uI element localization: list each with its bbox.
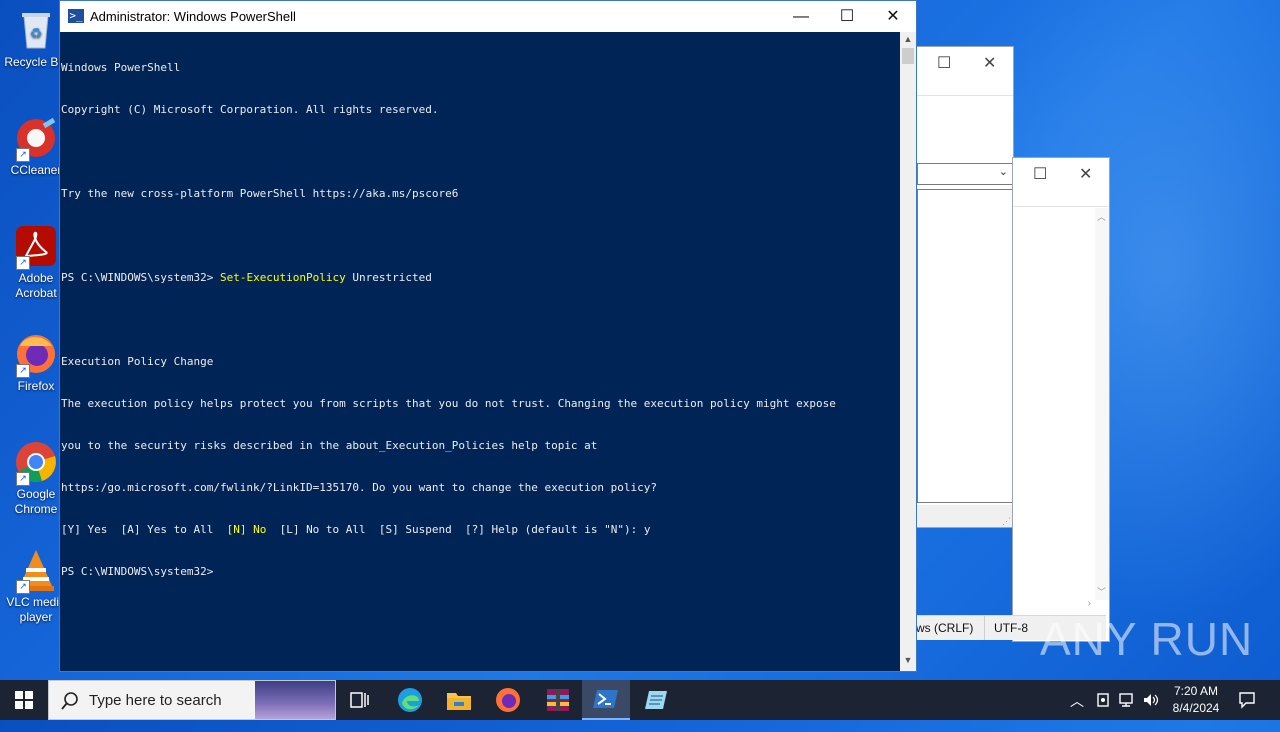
powershell-window[interactable]: >_ Administrator: Windows PowerShell — ☐… bbox=[59, 0, 917, 672]
shortcut-arrow-icon: ↗ bbox=[16, 148, 30, 162]
taskbar-powershell-active[interactable] bbox=[582, 680, 630, 720]
console-line: The execution policy helps protect you f… bbox=[61, 397, 836, 410]
task-view-icon bbox=[350, 692, 369, 708]
taskbar-edge[interactable] bbox=[386, 680, 434, 720]
volume-icon[interactable] bbox=[1142, 692, 1160, 732]
notifications-icon[interactable] bbox=[1238, 691, 1256, 731]
vertical-scrollbar[interactable]: ▲ ▼ bbox=[900, 32, 916, 671]
choice-rest: [L] No to All [S] Suspend [?] Help (defa… bbox=[266, 523, 651, 536]
console-prompt-line[interactable]: PS C:\WINDOWS\system32> bbox=[61, 565, 901, 579]
powershell-icon bbox=[593, 690, 618, 708]
prompt-text: PS C:\WINDOWS\system32> bbox=[61, 271, 220, 284]
background-window-1[interactable]: ☐ ✕ ⌄ ⋰ bbox=[916, 46, 1014, 528]
choice-yes: [Y] Yes [A] Yes to All bbox=[61, 523, 227, 536]
scroll-down-icon[interactable]: ﹀ bbox=[1097, 585, 1106, 598]
vlc-icon: ↗ bbox=[14, 548, 58, 594]
tray-security-icon[interactable] bbox=[1096, 692, 1110, 732]
window-title: Administrator: Windows PowerShell bbox=[90, 9, 296, 24]
desktop-icon-label: Adobe Acrobat bbox=[15, 271, 57, 300]
anyrun-watermark: ANY RUN bbox=[1040, 613, 1254, 665]
firefox-icon: ↗ bbox=[14, 332, 58, 378]
powershell-titlebar[interactable]: >_ Administrator: Windows PowerShell — ☐… bbox=[60, 1, 916, 32]
console-line: Execution Policy Change bbox=[61, 355, 214, 368]
console-choice-line: [Y] Yes [A] Yes to All [N] No [L] No to … bbox=[61, 523, 901, 537]
console-line: https:/go.microsoft.com/fwlink/?LinkID=1… bbox=[61, 481, 658, 494]
close-icon[interactable]: ✕ bbox=[1079, 164, 1092, 184]
maximize-icon[interactable]: ☐ bbox=[1033, 164, 1047, 184]
shortcut-arrow-icon: ↗ bbox=[16, 472, 30, 486]
dropdown-field[interactable]: ⌄ bbox=[917, 163, 1013, 185]
winrar-icon bbox=[547, 689, 569, 711]
console-line: Windows PowerShell bbox=[61, 61, 181, 74]
close-button[interactable]: ✕ bbox=[870, 1, 916, 32]
console-line: you to the security risks described in t… bbox=[61, 439, 598, 452]
show-hidden-icons-chevron[interactable]: ︿ bbox=[1070, 691, 1084, 731]
svg-text:♻: ♻ bbox=[30, 25, 43, 41]
recycle-bin-icon: ♻ bbox=[14, 8, 58, 52]
taskbar-winrar[interactable] bbox=[534, 680, 582, 720]
clock-date: 8/4/2024 bbox=[1172, 701, 1220, 715]
taskbar: Type here to search ︿ 7:20 AM 8/4/2024 bbox=[0, 680, 1280, 720]
shortcut-arrow-icon: ↗ bbox=[16, 256, 30, 270]
desktop-icon-label: CCleaner bbox=[10, 163, 62, 177]
scroll-up-icon[interactable]: ▲ bbox=[900, 34, 916, 48]
scroll-thumb[interactable] bbox=[902, 48, 914, 64]
edge-icon bbox=[398, 688, 422, 712]
minimize-button[interactable]: — bbox=[778, 1, 824, 32]
taskbar-notepad[interactable] bbox=[632, 680, 680, 720]
desktop-icon-label: Google Chrome bbox=[14, 487, 58, 516]
notepad-icon bbox=[645, 691, 667, 709]
scroll-down-icon[interactable]: ▼ bbox=[900, 655, 916, 669]
resize-grip-icon[interactable]: ⋰ bbox=[1002, 516, 1011, 527]
console-command-line: PS C:\WINDOWS\system32> Set-ExecutionPol… bbox=[61, 271, 901, 285]
taskbar-search-box[interactable]: Type here to search bbox=[48, 680, 336, 720]
command-name: Set-ExecutionPolicy bbox=[219, 271, 346, 284]
console-line: Copyright (C) Microsoft Corporation. All… bbox=[61, 103, 439, 116]
powershell-icon: >_ bbox=[68, 9, 84, 23]
background-window-titlebar bbox=[917, 47, 1013, 96]
task-view-button[interactable] bbox=[336, 680, 384, 720]
taskbar-file-explorer[interactable] bbox=[435, 680, 483, 720]
shortcut-arrow-icon: ↗ bbox=[16, 580, 30, 594]
search-icon bbox=[61, 692, 78, 710]
line-ending-status: ws (CRLF) bbox=[916, 621, 974, 635]
resize-bar: ⋰ bbox=[917, 505, 1013, 527]
scroll-up-icon[interactable]: ︿ bbox=[1097, 210, 1106, 223]
console-output[interactable]: Windows PowerShell Copyright (C) Microso… bbox=[60, 32, 901, 671]
search-placeholder: Type here to search bbox=[89, 692, 222, 709]
close-icon[interactable]: ✕ bbox=[983, 53, 996, 73]
maximize-icon[interactable]: ☐ bbox=[937, 53, 951, 73]
shortcut-arrow-icon: ↗ bbox=[16, 364, 30, 378]
acrobat-icon: ↗ bbox=[14, 224, 58, 270]
desktop-icon-label: Firefox bbox=[17, 379, 55, 393]
encoding-status: UTF-8 bbox=[994, 621, 1028, 635]
ccleaner-icon: ↗ bbox=[14, 116, 58, 162]
taskbar-firefox[interactable] bbox=[484, 680, 532, 720]
list-box[interactable] bbox=[917, 189, 1013, 503]
chrome-icon: ↗ bbox=[14, 440, 58, 486]
status-divider bbox=[984, 616, 985, 640]
windows-logo-icon bbox=[15, 691, 33, 709]
background-window-2[interactable]: ☐ ✕ ︿ ﹀ › bbox=[1012, 157, 1110, 642]
chevron-down-icon: ⌄ bbox=[998, 166, 1008, 178]
scroll-right-icon[interactable]: › bbox=[1088, 598, 1091, 609]
folder-icon bbox=[447, 693, 471, 710]
desktop-icon-label: VLC media player bbox=[6, 595, 66, 624]
console-line: Try the new cross-platform PowerShell ht… bbox=[61, 187, 459, 200]
network-icon[interactable] bbox=[1118, 692, 1136, 732]
search-highlight-image bbox=[255, 681, 335, 719]
command-argument: Unrestricted bbox=[345, 271, 432, 284]
clock-time: 7:20 AM bbox=[1173, 684, 1219, 698]
firefox-icon bbox=[496, 688, 520, 712]
maximize-button[interactable]: ☐ bbox=[824, 1, 870, 32]
choice-default-no: [N] No bbox=[226, 523, 267, 536]
start-button[interactable] bbox=[0, 680, 48, 720]
taskbar-clock[interactable]: 7:20 AM 8/4/2024 bbox=[1166, 683, 1226, 723]
background-window-titlebar bbox=[1013, 158, 1109, 207]
vertical-scrollbar[interactable]: ︿ ﹀ bbox=[1095, 208, 1109, 600]
